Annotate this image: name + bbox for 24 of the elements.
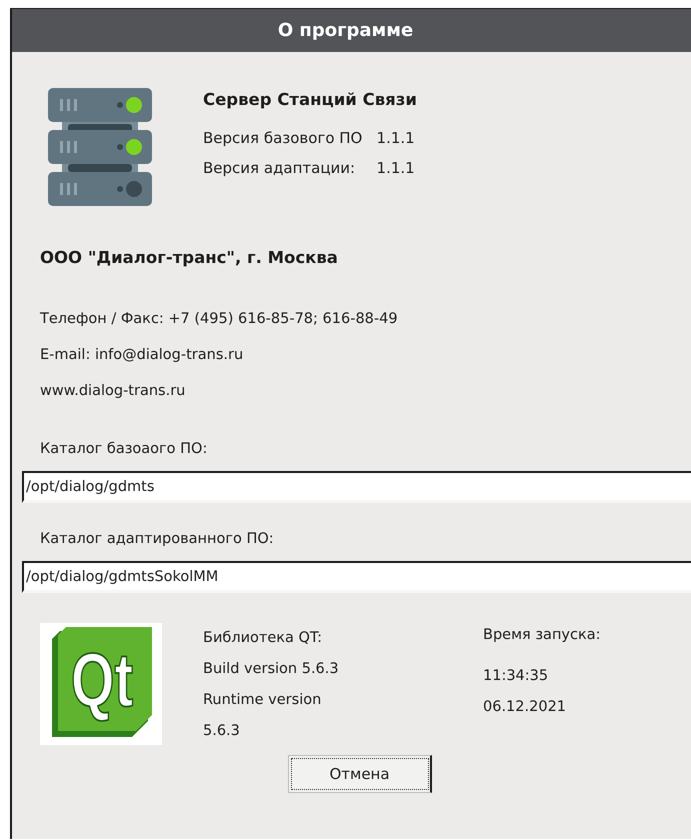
version-value: 1.1.1 xyxy=(376,129,416,147)
version-label: Версия базового ПО xyxy=(203,129,364,147)
contact-line: Телефон / Факс: +7 (495) 616-85-78; 616-88-49 xyxy=(40,311,399,327)
contact-line: www.dialog-trans.ru xyxy=(40,383,186,399)
cancel-button[interactable]: Отмена xyxy=(288,755,432,793)
library-info-line: Build version 5.6.3 xyxy=(203,660,340,679)
field-label: Каталог базоаого ПО: xyxy=(40,441,208,457)
version-label: Версия адаптации: xyxy=(203,159,356,177)
company-name: ООО "Диалог-транс", г. Москва xyxy=(40,248,339,267)
product-name: Сервер Станций Связи xyxy=(203,90,417,109)
library-info-line: 5.6.3 xyxy=(203,722,241,741)
contact-line: E-mail: info@dialog-trans.ru xyxy=(40,347,244,363)
launch-date: 06.12.2021 xyxy=(483,698,568,717)
version-value: 1.1.1 xyxy=(376,159,416,177)
field-label: Каталог адаптированного ПО: xyxy=(40,531,275,547)
path-field[interactable]: /opt/dialog/gdmts xyxy=(22,471,691,503)
window-title: О программе xyxy=(12,9,691,52)
server-icon xyxy=(48,88,152,208)
path-field[interactable]: /opt/dialog/gdmtsSokolMM xyxy=(22,561,691,593)
library-info-line: Runtime version xyxy=(203,691,322,710)
launch-time: 11:34:35 xyxy=(483,667,550,686)
logo-icon: Qt xyxy=(40,623,162,745)
library-info-line: Библиотека QT: xyxy=(203,629,324,648)
launch-time-label: Время запуска: xyxy=(483,627,601,643)
